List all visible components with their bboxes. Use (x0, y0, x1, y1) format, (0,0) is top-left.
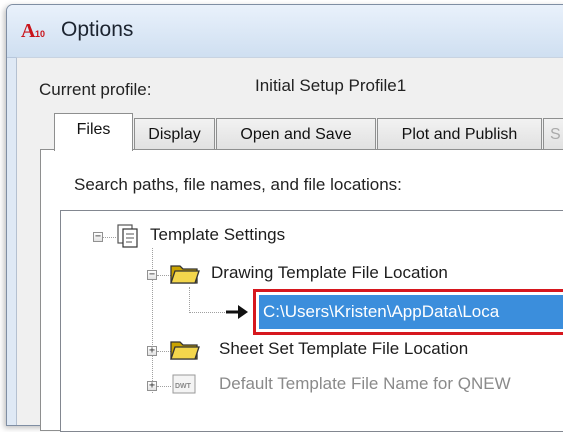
tab-plot-and-publish-label: Plot and Publish (401, 126, 518, 143)
file-locations-tree[interactable]: − Template Settings − Drawing Template F… (60, 210, 563, 432)
tree-item-drawing-template-location[interactable]: Drawing Template File Location (211, 263, 448, 283)
tree-item-default-template-name[interactable]: Default Template File Name for QNEW (219, 374, 511, 394)
collapse-drawing-template-button[interactable]: − (147, 270, 157, 280)
autocad-app-icon: A 10 (21, 20, 45, 42)
collapse-template-settings-button[interactable]: − (93, 232, 103, 242)
tab-files[interactable]: Files (54, 113, 133, 151)
tree-connector (189, 312, 229, 313)
tab-plot-and-publish[interactable]: Plot and Publish (377, 118, 542, 149)
expand-sheet-set-template-button[interactable]: + (147, 346, 157, 356)
dwt-file-icon: DWT (172, 374, 196, 394)
tab-open-and-save[interactable]: Open and Save (216, 118, 376, 149)
tab-display[interactable]: Display (134, 118, 215, 149)
arrow-icon (226, 305, 248, 319)
current-profile-label: Current profile: (39, 80, 152, 99)
svg-text:A: A (21, 20, 36, 42)
window-title: Options (61, 18, 134, 41)
svg-text:DWT: DWT (175, 383, 192, 390)
expand-default-template-button[interactable]: + (147, 381, 157, 391)
tab-files-label: Files (76, 121, 111, 138)
tree-item-template-settings[interactable]: Template Settings (150, 225, 285, 245)
folder-icon (170, 341, 200, 360)
current-profile-value: Initial Setup Profile1 (255, 76, 407, 95)
svg-text:10: 10 (35, 29, 45, 39)
folder-icon (170, 265, 200, 284)
search-paths-heading: Search paths, file names, and file locat… (74, 175, 402, 194)
tree-connector (102, 237, 116, 238)
tree-connector (157, 386, 171, 387)
tab-open-and-save-label: Open and Save (240, 126, 352, 143)
tab-display-label: Display (148, 126, 201, 143)
tree-item-sheet-set-template-location[interactable]: Sheet Set Template File Location (219, 339, 468, 359)
template-settings-icon (117, 224, 138, 248)
tree-connector (189, 287, 190, 313)
title-bar[interactable]: A 10 Options (7, 5, 563, 58)
tab-system-label: S (550, 126, 561, 143)
tree-item-drawing-template-path[interactable]: C:\Users\Kristen\AppData\Loca (259, 295, 563, 329)
tab-system[interactable]: S (543, 118, 563, 149)
